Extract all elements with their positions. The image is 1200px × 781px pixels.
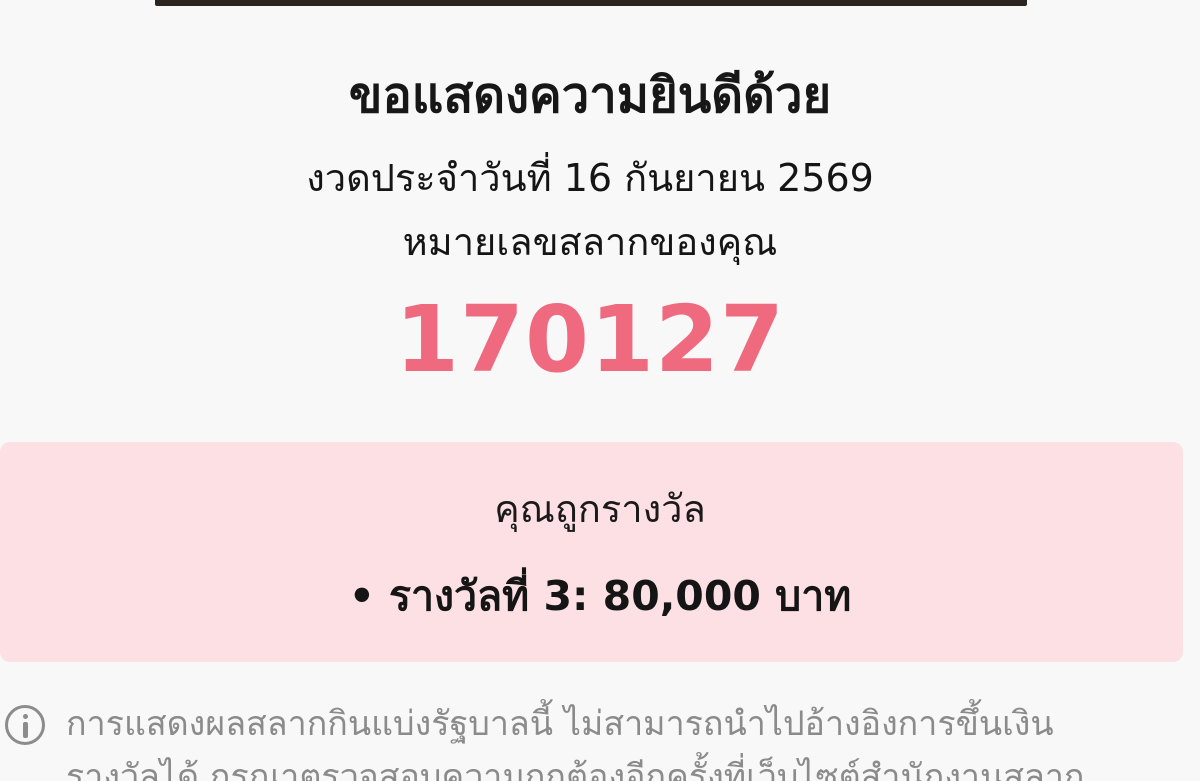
prize-bullet: •	[348, 572, 375, 620]
disclaimer-line-1: การแสดงผลสลากกินแบ่งรัฐบาลนี้ ไม่สามารถน…	[66, 704, 1054, 744]
prize-detail: • รางวัลที่ 3: 80,000 บาท	[0, 570, 1200, 622]
draw-date: งวดประจำวันที่ 16 กันยายน 2569	[306, 156, 874, 200]
disclaimer-notice: การแสดงผลสลากกินแบ่งรัฐบาลนี้ ไม่สามารถน…	[0, 698, 1200, 781]
info-icon-dot	[23, 714, 28, 719]
disclaimer-text: การแสดงผลสลากกินแบ่งรัฐบาลนี้ ไม่สามารถน…	[66, 698, 1200, 781]
prize-heading: คุณถูกรางวัล	[494, 487, 706, 531]
info-icon	[5, 705, 45, 745]
prize-detail-text: รางวัลที่ 3: 80,000 บาท	[388, 572, 852, 620]
disclaimer-line-2: รางวัลได้ กรุณาตรวจสอบความถูกต้องอีกครั้…	[66, 757, 1085, 781]
top-image-strip	[155, 0, 1027, 6]
ticket-number: 170127	[394, 286, 786, 393]
ticket-number-label: หมายเลขสลากของคุณ	[402, 220, 778, 264]
info-icon-bar	[23, 722, 28, 738]
congratulations-title: ขอแสดงความยินดีด้วย	[348, 67, 832, 124]
prize-result-box	[0, 442, 1183, 662]
